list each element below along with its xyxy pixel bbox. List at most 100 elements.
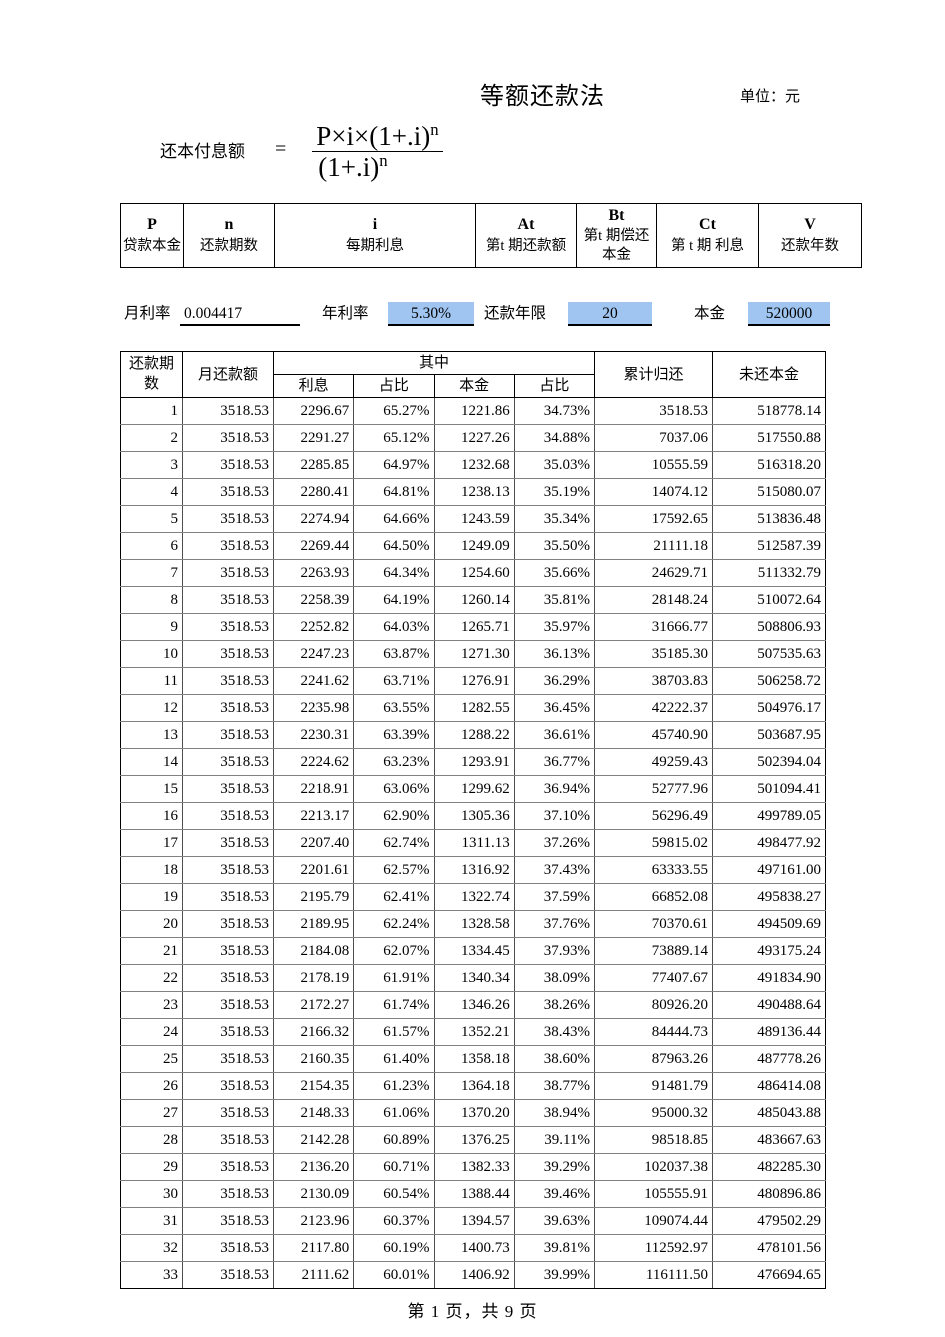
cell-cumulative-repaid[interactable]: 59815.02 bbox=[594, 829, 713, 857]
cell-interest[interactable]: 2172.27 bbox=[272, 991, 355, 1019]
cell-period[interactable]: 32 bbox=[120, 1234, 183, 1262]
cell-remaining-principal[interactable]: 491834.90 bbox=[712, 964, 826, 992]
cell-principal-pct[interactable]: 35.66% bbox=[513, 559, 596, 587]
cell-interest-pct[interactable]: 60.71% bbox=[353, 1153, 435, 1181]
cell-period[interactable]: 14 bbox=[120, 748, 183, 776]
cell-interest-pct[interactable]: 64.19% bbox=[353, 586, 435, 614]
cell-period[interactable]: 16 bbox=[120, 802, 183, 830]
cell-principal-pct[interactable]: 35.34% bbox=[513, 505, 596, 533]
cell-monthly-payment[interactable]: 3518.53 bbox=[182, 1153, 274, 1181]
cell-interest[interactable]: 2274.94 bbox=[272, 505, 355, 533]
cell-principal[interactable]: 1276.91 bbox=[433, 667, 515, 695]
cell-interest-pct[interactable]: 62.41% bbox=[353, 883, 435, 911]
cell-monthly-payment[interactable]: 3518.53 bbox=[182, 802, 274, 830]
cell-monthly-payment[interactable]: 3518.53 bbox=[182, 1180, 274, 1208]
cell-principal[interactable]: 1271.30 bbox=[433, 640, 515, 668]
cell-interest-pct[interactable]: 65.12% bbox=[353, 424, 435, 452]
cell-remaining-principal[interactable]: 476694.65 bbox=[712, 1261, 826, 1289]
cell-principal[interactable]: 1221.86 bbox=[433, 397, 515, 425]
cell-principal-pct[interactable]: 37.59% bbox=[513, 883, 596, 911]
cell-principal[interactable]: 1388.44 bbox=[433, 1180, 515, 1208]
cell-period[interactable]: 30 bbox=[120, 1180, 183, 1208]
cell-cumulative-repaid[interactable]: 98518.85 bbox=[594, 1126, 713, 1154]
cell-period[interactable]: 13 bbox=[120, 721, 183, 749]
cell-cumulative-repaid[interactable]: 105555.91 bbox=[594, 1180, 713, 1208]
cell-principal[interactable]: 1322.74 bbox=[433, 883, 515, 911]
cell-period[interactable]: 19 bbox=[120, 883, 183, 911]
cell-principal[interactable]: 1364.18 bbox=[433, 1072, 515, 1100]
cell-interest-pct[interactable]: 65.27% bbox=[353, 397, 435, 425]
cell-period[interactable]: 23 bbox=[120, 991, 183, 1019]
cell-monthly-payment[interactable]: 3518.53 bbox=[182, 397, 274, 425]
cell-monthly-payment[interactable]: 3518.53 bbox=[182, 559, 274, 587]
cell-period[interactable]: 3 bbox=[120, 451, 183, 479]
cell-cumulative-repaid[interactable]: 31666.77 bbox=[594, 613, 713, 641]
cell-cumulative-repaid[interactable]: 24629.71 bbox=[594, 559, 713, 587]
cell-cumulative-repaid[interactable]: 56296.49 bbox=[594, 802, 713, 830]
cell-principal-pct[interactable]: 36.61% bbox=[513, 721, 596, 749]
cell-period[interactable]: 31 bbox=[120, 1207, 183, 1235]
cell-principal[interactable]: 1265.71 bbox=[433, 613, 515, 641]
cell-interest-pct[interactable]: 63.06% bbox=[353, 775, 435, 803]
cell-interest-pct[interactable]: 64.97% bbox=[353, 451, 435, 479]
cell-remaining-principal[interactable]: 483667.63 bbox=[712, 1126, 826, 1154]
cell-interest-pct[interactable]: 61.91% bbox=[353, 964, 435, 992]
cell-principal-pct[interactable]: 39.11% bbox=[513, 1126, 596, 1154]
cell-remaining-principal[interactable]: 513836.48 bbox=[712, 505, 826, 533]
cell-principal-pct[interactable]: 39.29% bbox=[513, 1153, 596, 1181]
cell-remaining-principal[interactable]: 507535.63 bbox=[712, 640, 826, 668]
cell-principal-pct[interactable]: 39.63% bbox=[513, 1207, 596, 1235]
term-years-value[interactable]: 20 bbox=[568, 302, 652, 326]
cell-principal[interactable]: 1260.14 bbox=[433, 586, 515, 614]
cell-interest[interactable]: 2117.80 bbox=[272, 1234, 355, 1262]
cell-interest[interactable]: 2123.96 bbox=[272, 1207, 355, 1235]
cell-principal-pct[interactable]: 37.26% bbox=[513, 829, 596, 857]
cell-monthly-payment[interactable]: 3518.53 bbox=[182, 478, 274, 506]
cell-remaining-principal[interactable]: 480896.86 bbox=[712, 1180, 826, 1208]
cell-interest-pct[interactable]: 60.54% bbox=[353, 1180, 435, 1208]
cell-period[interactable]: 11 bbox=[120, 667, 183, 695]
cell-cumulative-repaid[interactable]: 91481.79 bbox=[594, 1072, 713, 1100]
cell-monthly-payment[interactable]: 3518.53 bbox=[182, 640, 274, 668]
cell-interest[interactable]: 2247.23 bbox=[272, 640, 355, 668]
cell-remaining-principal[interactable]: 516318.20 bbox=[712, 451, 826, 479]
cell-monthly-payment[interactable]: 3518.53 bbox=[182, 1207, 274, 1235]
cell-period[interactable]: 26 bbox=[120, 1072, 183, 1100]
cell-remaining-principal[interactable]: 482285.30 bbox=[712, 1153, 826, 1181]
cell-remaining-principal[interactable]: 503687.95 bbox=[712, 721, 826, 749]
cell-principal[interactable]: 1340.34 bbox=[433, 964, 515, 992]
cell-remaining-principal[interactable]: 495838.27 bbox=[712, 883, 826, 911]
cell-cumulative-repaid[interactable]: 28148.24 bbox=[594, 586, 713, 614]
cell-principal-pct[interactable]: 38.26% bbox=[513, 991, 596, 1019]
cell-monthly-payment[interactable]: 3518.53 bbox=[182, 856, 274, 884]
cell-principal[interactable]: 1299.62 bbox=[433, 775, 515, 803]
cell-remaining-principal[interactable]: 508806.93 bbox=[712, 613, 826, 641]
cell-interest[interactable]: 2280.41 bbox=[272, 478, 355, 506]
cell-cumulative-repaid[interactable]: 112592.97 bbox=[594, 1234, 713, 1262]
cell-principal-pct[interactable]: 35.50% bbox=[513, 532, 596, 560]
cell-monthly-payment[interactable]: 3518.53 bbox=[182, 1261, 274, 1289]
cell-remaining-principal[interactable]: 485043.88 bbox=[712, 1099, 826, 1127]
cell-cumulative-repaid[interactable]: 21111.18 bbox=[594, 532, 713, 560]
cell-period[interactable]: 29 bbox=[120, 1153, 183, 1181]
monthly-rate-value[interactable]: 0.004417 bbox=[180, 302, 300, 326]
cell-period[interactable]: 18 bbox=[120, 856, 183, 884]
cell-monthly-payment[interactable]: 3518.53 bbox=[182, 775, 274, 803]
cell-principal-pct[interactable]: 36.77% bbox=[513, 748, 596, 776]
cell-principal[interactable]: 1394.57 bbox=[433, 1207, 515, 1235]
cell-remaining-principal[interactable]: 494509.69 bbox=[712, 910, 826, 938]
cell-interest[interactable]: 2241.62 bbox=[272, 667, 355, 695]
cell-remaining-principal[interactable]: 486414.08 bbox=[712, 1072, 826, 1100]
cell-interest-pct[interactable]: 60.19% bbox=[353, 1234, 435, 1262]
cell-monthly-payment[interactable]: 3518.53 bbox=[182, 721, 274, 749]
cell-cumulative-repaid[interactable]: 38703.83 bbox=[594, 667, 713, 695]
cell-monthly-payment[interactable]: 3518.53 bbox=[182, 1072, 274, 1100]
cell-principal[interactable]: 1352.21 bbox=[433, 1018, 515, 1046]
cell-interest-pct[interactable]: 63.55% bbox=[353, 694, 435, 722]
cell-period[interactable]: 25 bbox=[120, 1045, 183, 1073]
cell-principal-pct[interactable]: 34.73% bbox=[513, 397, 596, 425]
cell-monthly-payment[interactable]: 3518.53 bbox=[182, 748, 274, 776]
cell-principal-pct[interactable]: 35.81% bbox=[513, 586, 596, 614]
cell-cumulative-repaid[interactable]: 95000.32 bbox=[594, 1099, 713, 1127]
cell-period[interactable]: 20 bbox=[120, 910, 183, 938]
